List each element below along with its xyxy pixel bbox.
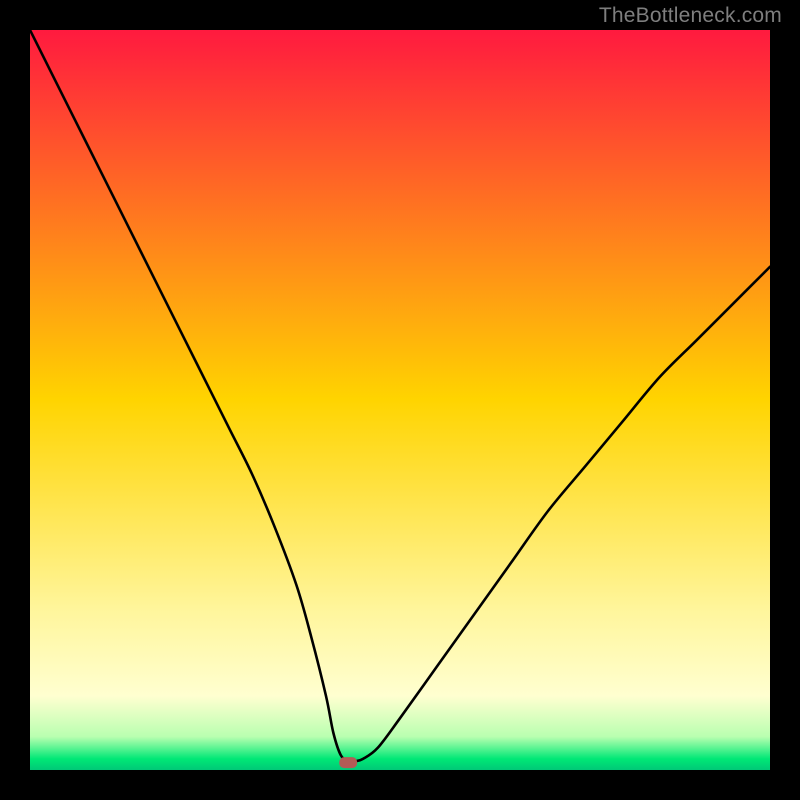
bottleneck-chart — [30, 30, 770, 770]
watermark-text: TheBottleneck.com — [599, 4, 782, 28]
chart-svg — [30, 30, 770, 770]
optimal-marker — [339, 757, 357, 768]
chart-background — [30, 30, 770, 770]
chart-stage: TheBottleneck.com — [0, 0, 800, 800]
